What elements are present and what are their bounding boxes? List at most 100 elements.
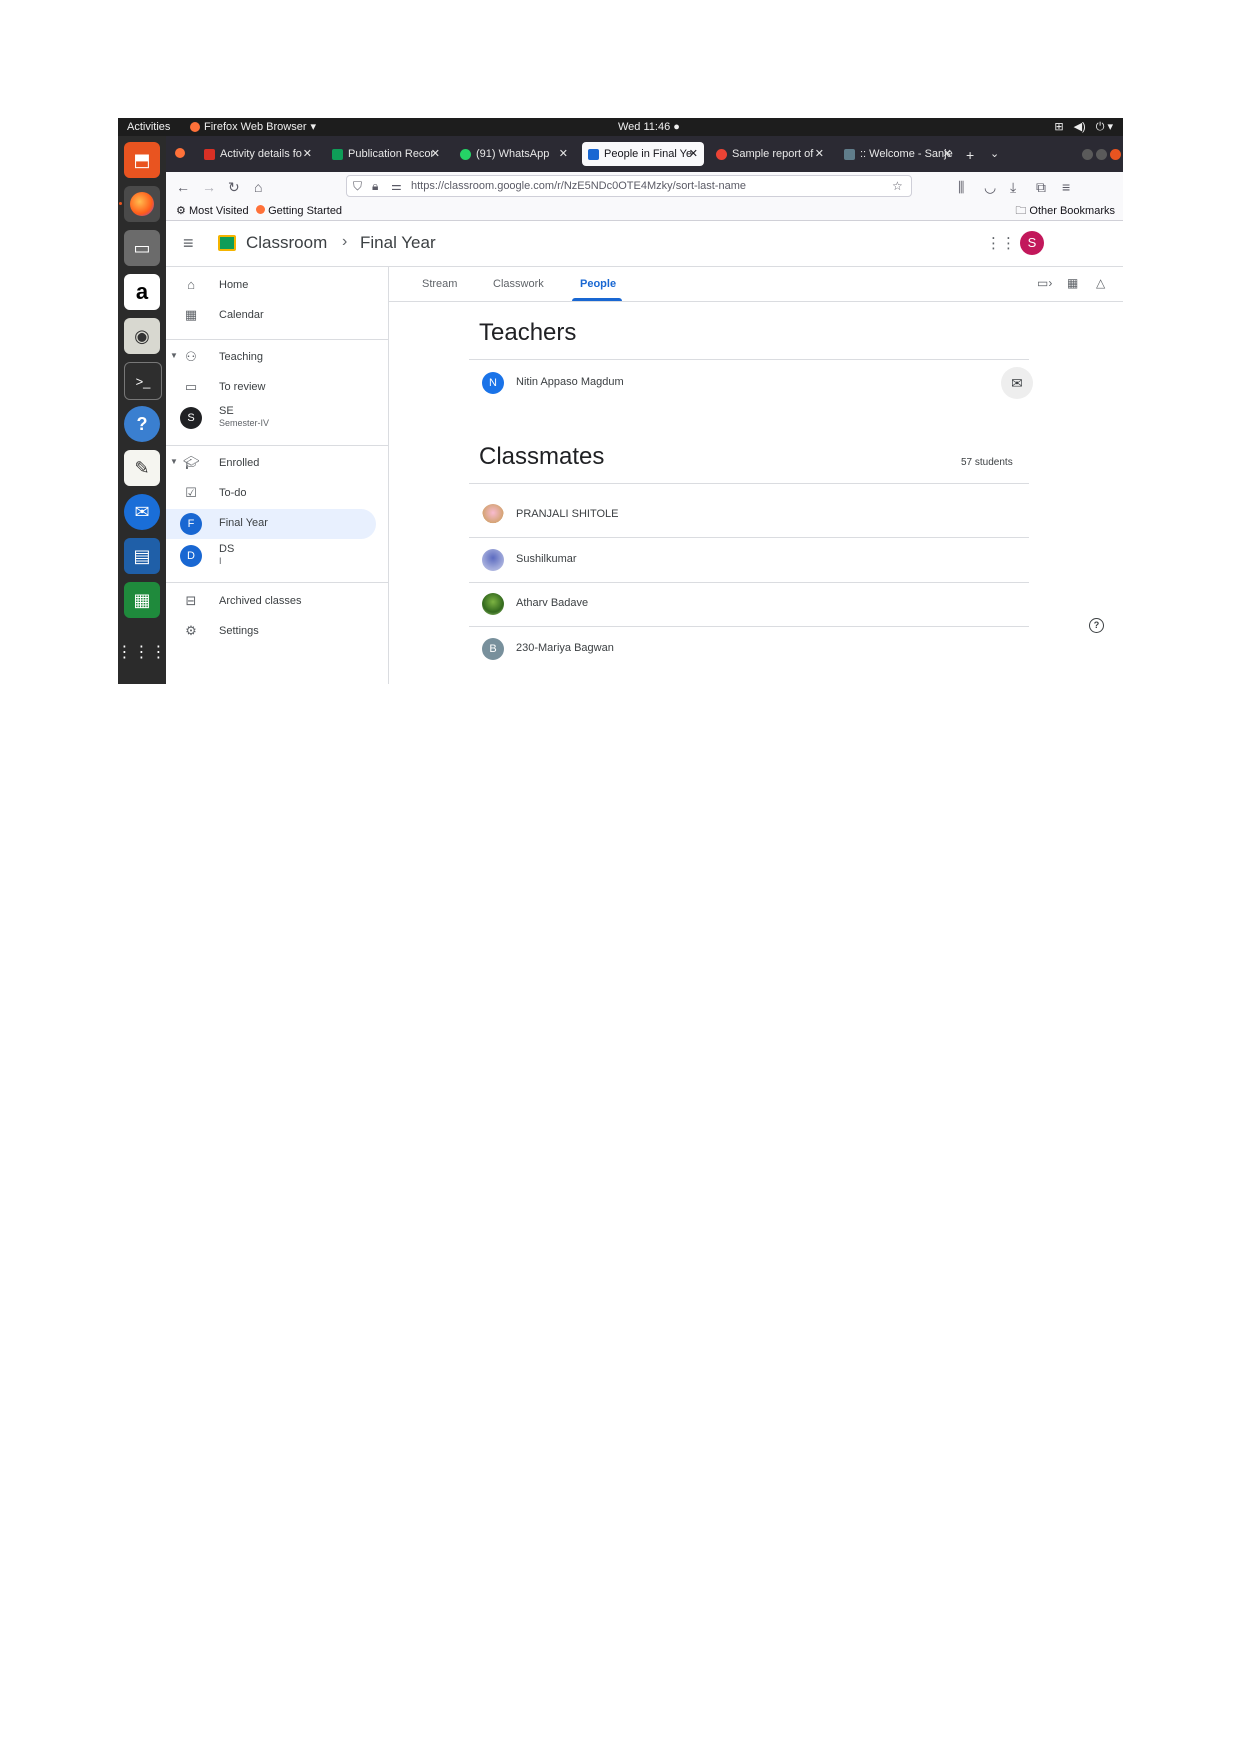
pocket-icon[interactable]: ◡ [984,179,996,195]
close-tab-icon[interactable]: ✕ [689,142,698,166]
bookmark-other[interactable]: 🗀 Other Bookmarks [1015,202,1115,220]
clock[interactable]: Wed 11:46 ● [618,118,680,136]
class-title[interactable]: Final Year [360,233,436,253]
account-avatar[interactable]: S [1020,231,1044,255]
folder-icon: ▭ [184,379,198,394]
expand-caret-icon[interactable]: ▼ [170,457,178,466]
close-tab-icon[interactable]: ✕ [431,142,440,166]
expand-caret-icon[interactable]: ▼ [170,351,178,360]
reload-icon[interactable]: ↻ [228,179,240,195]
dock-files-icon[interactable]: ▭ [124,230,160,266]
dock-help-icon[interactable]: ? [124,406,160,442]
system-top-bar: Activities Firefox Web Browser ▾ Wed 11:… [118,118,1123,136]
browser-tab[interactable]: Sample report of ✕ [710,142,830,166]
forward-icon[interactable]: → [202,179,216,195]
activities-button[interactable]: Activities [127,118,170,136]
sidebar-item-enrolled[interactable]: ▼ 🎓︎ Enrolled [166,449,376,479]
dock-text-editor-icon[interactable]: ✎ [124,450,160,486]
browser-tab[interactable]: :: Welcome - Sanje ✕ [838,142,958,166]
shield-icon[interactable]: ⛉ [353,176,362,196]
classmate-row[interactable]: B 230-Mariya Bagwan [469,627,1029,671]
bookmark-star-icon[interactable]: ☆ [892,176,903,196]
sidebar-item-to-review[interactable]: ▭ To review [166,373,376,403]
tab-people[interactable]: People [580,278,616,290]
classmate-row[interactable]: Atharv Badave [469,582,1029,626]
dock-calc-icon[interactable]: ▦ [124,582,160,618]
classroom-icon [588,148,599,160]
extensions-icon[interactable]: ⧉ [1036,179,1046,195]
app-menu[interactable]: Firefox Web Browser ▾ [190,118,316,136]
sidebar-item-home[interactable]: ⌂ Home [166,271,376,301]
system-tray[interactable]: ⊞ ◀) ⏻ ▾ [1054,118,1113,136]
bookmark-label: Getting Started [268,205,343,217]
sidebar-item-calendar[interactable]: ▦ Calendar [166,301,376,331]
back-icon[interactable]: ← [176,179,190,195]
close-tab-icon[interactable]: ✕ [559,142,568,166]
dock-software-icon[interactable]: ⬒ [124,142,160,178]
help-icon[interactable]: ? [1089,618,1104,633]
teacher-row[interactable]: N Nitin Appaso Magdum [469,361,1029,405]
firefox-view-icon[interactable] [175,148,185,158]
browser-tab[interactable]: Activity details fo ✕ [198,142,318,166]
sidebar-item-archived[interactable]: ⊟ Archived classes [166,587,376,617]
sidebar-item-settings[interactable]: ⚙ Settings [166,617,376,647]
drive-icon[interactable]: △ [1096,276,1105,290]
sidebar-divider [166,445,388,446]
home-icon[interactable]: ⌂ [254,179,262,195]
classmate-row[interactable]: PRANJALI SHITOLE [469,493,1029,537]
tab-classwork[interactable]: Classwork [493,278,544,290]
tab-label: Publication Recor [348,148,435,160]
dock-writer-icon[interactable]: ▤ [124,538,160,574]
sidebar-item-label: Settings [219,625,259,637]
minimize-window-icon[interactable] [1082,149,1093,160]
dock-show-apps-icon[interactable]: ⋮⋮⋮ [118,634,167,670]
avatar [482,504,504,526]
tab-label: :: Welcome - Sanje [860,148,953,160]
list-tabs-icon[interactable]: ⌄ [990,147,999,160]
person-name: Sushilkumar [516,553,577,565]
person-name: PRANJALI SHITOLE [516,508,619,520]
browser-tab-active[interactable]: People in Final Ye ✕ [582,142,704,166]
app-menu-icon[interactable]: ≡ [1062,179,1070,195]
bookmark-getting-started[interactable]: Getting Started [256,202,342,220]
dock-terminal-icon[interactable]: >_ [124,362,162,400]
class-name: SE [219,405,234,417]
app-title[interactable]: Classroom [246,233,327,253]
dock-amazon-icon[interactable]: a [124,274,160,310]
sidebar-item-class-ds[interactable]: D DS I [166,541,376,571]
close-tab-icon[interactable]: ✕ [815,142,824,166]
close-window-icon[interactable] [1110,149,1121,160]
sidebar-item-teaching[interactable]: ▼ ⚇ Teaching [166,343,376,373]
browser-tab[interactable]: (91) WhatsApp ✕ [454,142,574,166]
permissions-icon[interactable]: ⚌ [391,176,402,196]
library-icon[interactable]: ⫼ [958,179,964,195]
url-bar[interactable]: ⛉ 🔒︎ ⚌ https://classroom.google.com/r/Nz… [346,175,912,197]
browser-tab[interactable]: Publication Recor ✕ [326,142,446,166]
student-count: 57 students [961,457,1013,468]
downloads-icon[interactable]: ⤓ [1010,179,1016,195]
classroom-logo-icon[interactable] [218,235,236,251]
tab-label: Activity details fo [220,148,302,160]
tab-stream[interactable]: Stream [422,278,457,290]
gear-icon: ⚙ [176,205,186,217]
lock-icon[interactable]: 🔒︎ [372,176,378,196]
volume-icon: ◀) [1073,121,1086,133]
sidebar-item-final-year[interactable]: F Final Year [166,509,376,539]
bookmark-most-visited[interactable]: ⚙ Most Visited [176,202,249,220]
dock-thunderbird-icon[interactable]: ✉ [124,494,160,530]
new-tab-icon[interactable]: + [966,147,974,163]
main-menu-icon[interactable]: ≡ [183,233,194,254]
sidebar-item-to-do[interactable]: ☑ To-do [166,479,376,509]
dock-rhythmbox-icon[interactable]: ◉ [124,318,160,354]
browser-nav-bar: ← → ↻ ⌂ ⛉ 🔒︎ ⚌ https://classroom.google.… [166,172,1123,202]
close-tab-icon[interactable]: ✕ [943,142,952,166]
url-text: https://classroom.google.com/r/NzE5NDc0O… [411,180,746,192]
maximize-window-icon[interactable] [1096,149,1107,160]
calendar-icon[interactable]: ▦ [1067,276,1078,290]
sidebar-item-class-se[interactable]: S SE Semester-IV [166,403,376,433]
dock-firefox-icon[interactable] [124,186,160,222]
close-tab-icon[interactable]: ✕ [303,142,312,166]
meet-icon[interactable]: ▭› [1037,276,1052,290]
classmate-row[interactable]: Sushilkumar [469,538,1029,582]
email-button[interactable]: ✉ [1001,367,1033,399]
